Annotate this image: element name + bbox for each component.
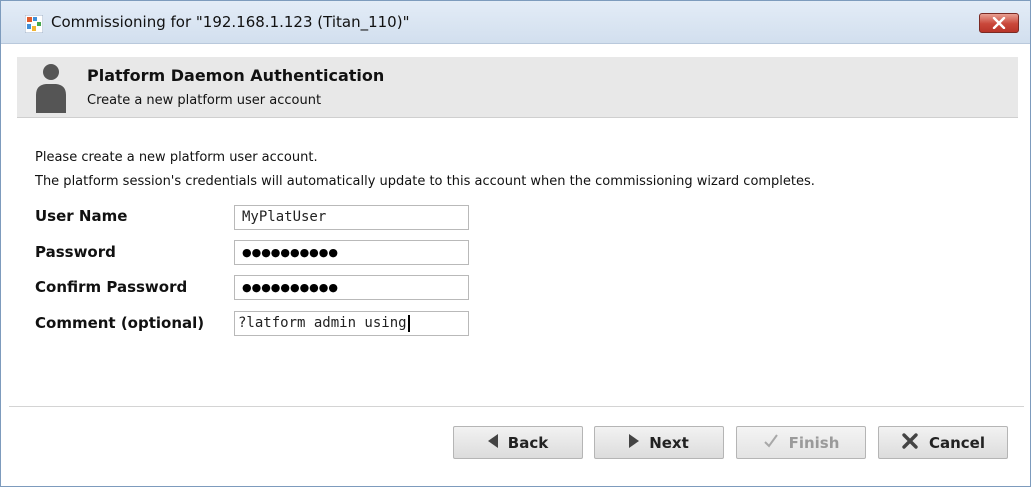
- user-icon: [33, 61, 69, 113]
- finish-button[interactable]: Finish: [736, 426, 866, 459]
- close-button[interactable]: [979, 13, 1019, 33]
- cancel-label: Cancel: [928, 433, 985, 452]
- header-subtitle: Create a new platform user account: [87, 93, 322, 108]
- intro-line-1: Please create a new platform user accoun…: [35, 150, 318, 165]
- comment-field[interactable]: ?latform admin using: [234, 311, 469, 336]
- password-label: Password: [35, 243, 116, 261]
- triangle-right-icon: [629, 433, 640, 452]
- user-name-field[interactable]: MyPlatUser: [234, 205, 469, 230]
- comment-label: Comment (optional): [35, 314, 205, 332]
- next-label: Next: [649, 433, 689, 452]
- finish-label: Finish: [788, 433, 840, 452]
- confirm-password-field[interactable]: ●●●●●●●●●●: [234, 275, 469, 300]
- title-bar[interactable]: Commissioning for "192.168.1.123 (Titan_…: [1, 1, 1030, 44]
- back-label: Back: [507, 433, 549, 452]
- niagara-app-icon: [24, 14, 44, 34]
- next-button[interactable]: Next: [594, 426, 724, 459]
- password-value: ●●●●●●●●●●: [242, 246, 338, 259]
- x-icon: [901, 432, 919, 454]
- triangle-left-icon: [487, 433, 498, 452]
- checkmark-icon: [763, 433, 779, 453]
- user-name-label: User Name: [35, 207, 128, 225]
- commissioning-dialog: Commissioning for "192.168.1.123 (Titan_…: [0, 0, 1031, 487]
- confirm-password-value: ●●●●●●●●●●: [242, 281, 338, 294]
- header-title: Platform Daemon Authentication: [87, 66, 385, 85]
- close-icon: [992, 14, 1006, 33]
- back-button[interactable]: Back: [453, 426, 583, 459]
- intro-text: Please create a new platform user accoun…: [35, 146, 815, 194]
- cancel-button[interactable]: Cancel: [878, 426, 1008, 459]
- intro-line-2: The platform session's credentials will …: [35, 174, 815, 189]
- confirm-password-label: Confirm Password: [35, 278, 188, 296]
- text-caret: [407, 315, 410, 332]
- footer-separator: [9, 406, 1024, 407]
- comment-value: ?latform admin using: [238, 315, 407, 331]
- window-title: Commissioning for "192.168.1.123 (Titan_…: [51, 13, 410, 31]
- user-name-value: MyPlatUser: [242, 209, 327, 225]
- wizard-header: Platform Daemon Authentication Create a …: [17, 57, 1018, 118]
- password-field[interactable]: ●●●●●●●●●●: [234, 240, 469, 265]
